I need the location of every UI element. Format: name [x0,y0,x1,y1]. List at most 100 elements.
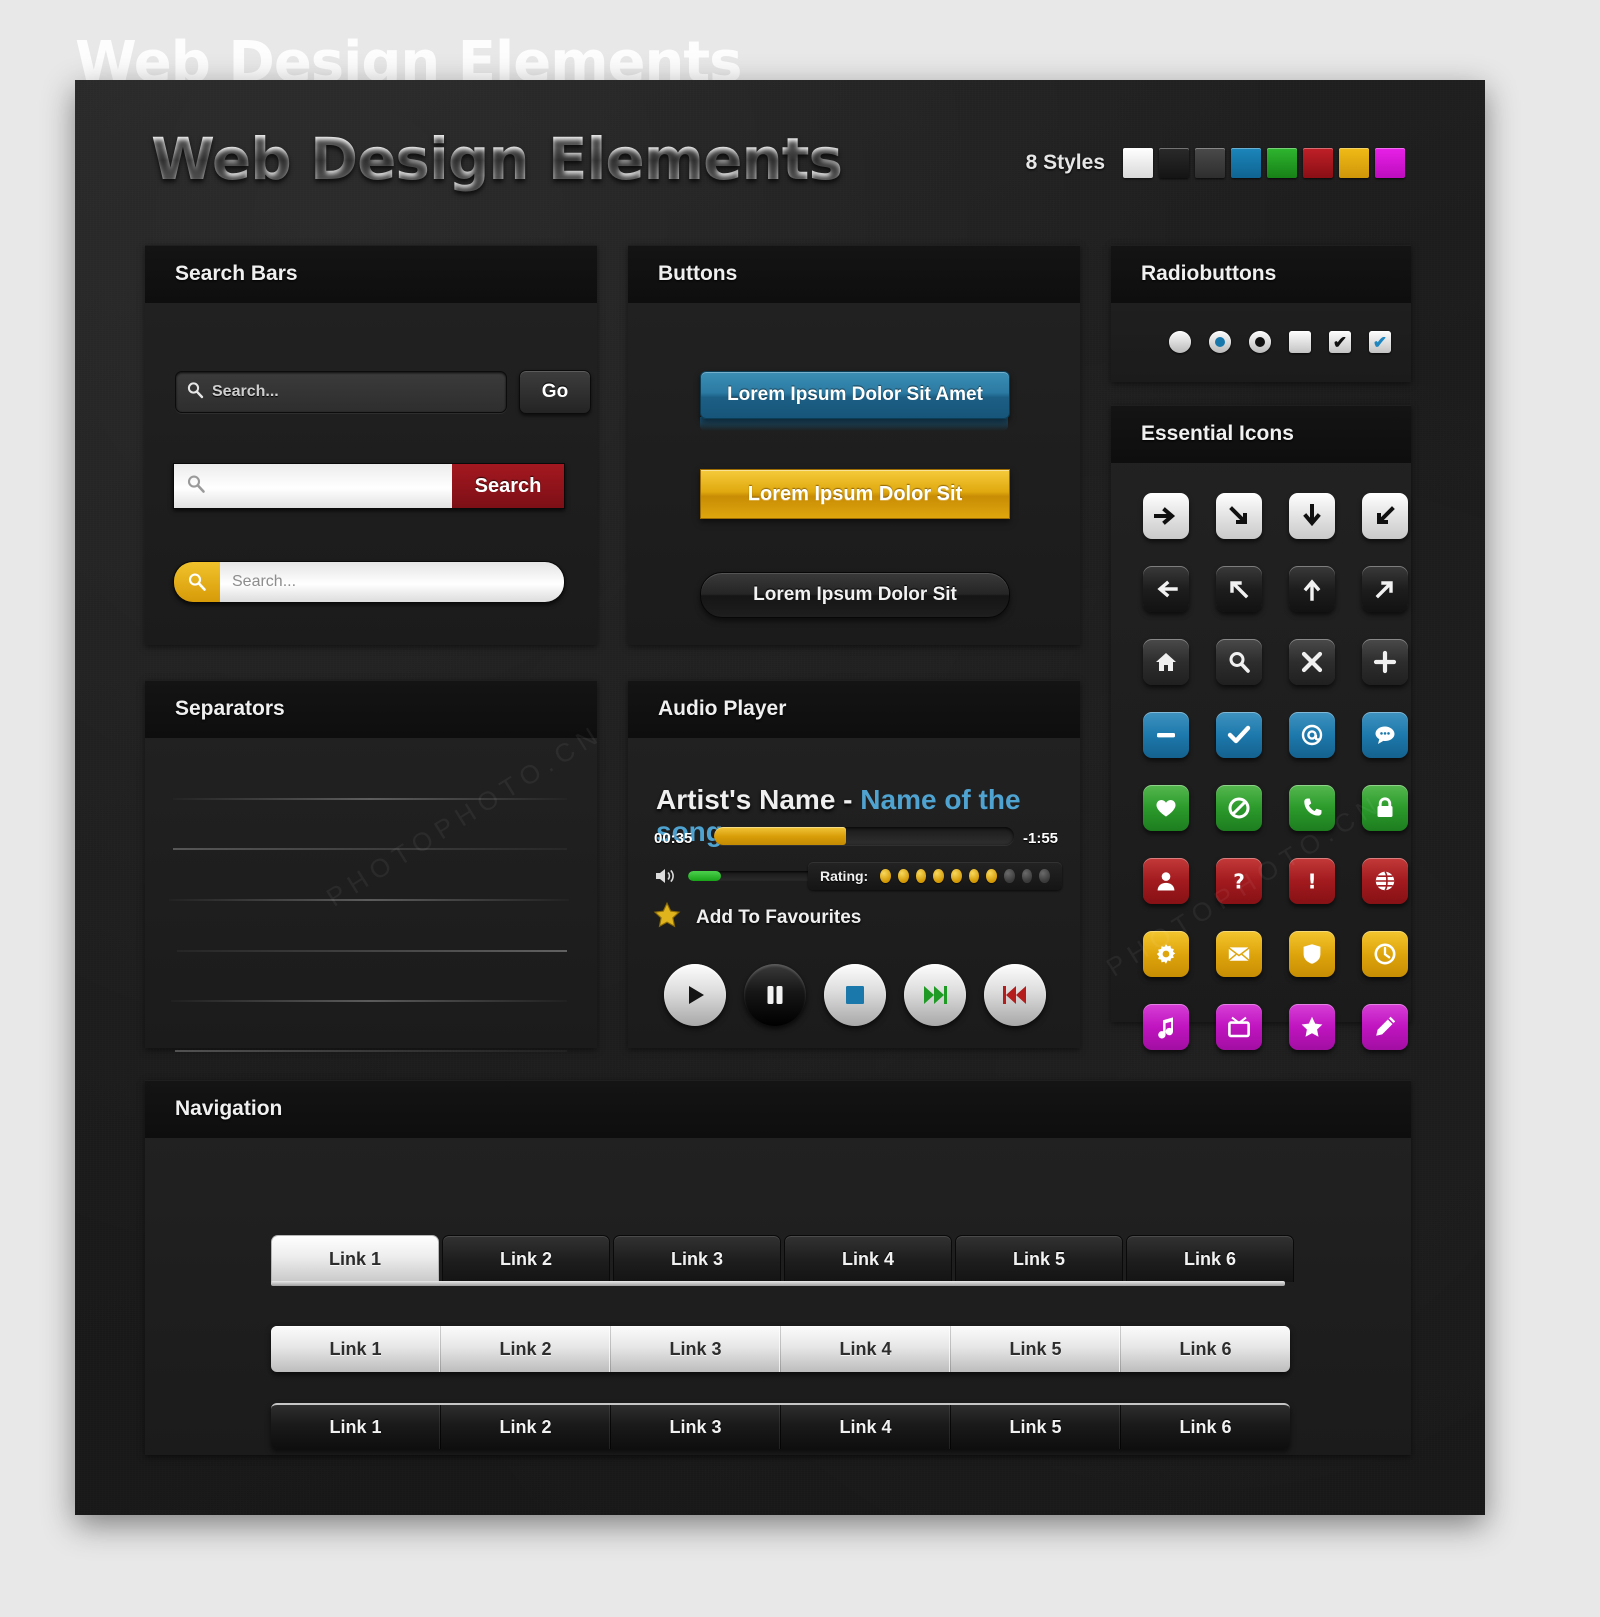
plus-icon[interactable] [1362,639,1408,685]
swatch-magenta[interactable] [1375,148,1405,178]
arrow-up-icon[interactable] [1289,566,1335,612]
rating-widget[interactable]: Rating: [808,862,1062,890]
nav-dark-link-2[interactable]: Link 2 [441,1405,611,1449]
search-input-dark[interactable]: Search... [175,371,507,413]
gear-icon[interactable] [1143,931,1189,977]
button-lorem-blue[interactable]: Lorem Ipsum Dolor Sit Amet [700,371,1010,419]
nav-bar-light[interactable]: Link 1 Link 2 Link 3 Link 4 Link 5 Link … [271,1326,1290,1372]
checkbox-unchecked[interactable] [1289,331,1311,353]
search-bar-rounded[interactable]: Search... [173,561,565,603]
add-to-favourites[interactable]: Add To Favourites [652,900,861,935]
nav-dark-link-4[interactable]: Link 4 [781,1405,951,1449]
radio-checked-black[interactable] [1249,331,1271,353]
pencil-icon[interactable] [1362,1004,1408,1050]
pause-button[interactable] [744,964,806,1026]
swatch-red[interactable] [1303,148,1333,178]
volume-slider[interactable] [688,871,814,881]
nav-dark-link-5[interactable]: Link 5 [951,1405,1121,1449]
globe-icon[interactable] [1362,858,1408,904]
arrow-up-left-icon[interactable] [1216,566,1262,612]
go-button[interactable]: Go [519,370,591,414]
nav-dark-link-1[interactable]: Link 1 [271,1405,441,1449]
rating-dot[interactable] [880,869,891,883]
arrow-up-right-icon[interactable] [1362,566,1408,612]
question-icon[interactable]: ? [1216,858,1262,904]
rating-dot[interactable] [1021,869,1033,883]
search-bar-red[interactable]: Search [173,463,565,509]
swatch-white[interactable] [1123,148,1153,178]
lock-icon[interactable] [1362,785,1408,831]
play-button[interactable] [664,964,726,1026]
nav-dark-link-6[interactable]: Link 6 [1121,1405,1290,1449]
swatch-black[interactable] [1159,148,1189,178]
check-icon[interactable] [1216,712,1262,758]
search-input-rounded[interactable]: Search... [220,562,564,602]
checkbox-checked-blue[interactable]: ✔ [1369,331,1391,353]
shield-icon[interactable] [1289,931,1335,977]
nav-tab-link-2[interactable]: Link 2 [442,1235,610,1282]
rating-dot[interactable] [986,869,997,883]
rating-dot[interactable] [933,869,944,883]
radio-unchecked[interactable] [1169,331,1191,353]
clock-icon[interactable] [1362,931,1408,977]
swatch-gold[interactable] [1339,148,1369,178]
rating-dot[interactable] [897,869,909,883]
arrow-left-icon[interactable] [1143,566,1189,612]
arrow-down-right-icon[interactable] [1216,493,1262,539]
checkbox-checked-black[interactable]: ✔ [1329,331,1351,353]
search-icon[interactable] [1216,639,1262,685]
home-icon[interactable] [1143,639,1189,685]
playback-controls[interactable] [664,964,1046,1026]
block-icon[interactable] [1216,785,1262,831]
star-icon[interactable] [1289,1004,1335,1050]
swatch-green[interactable] [1267,148,1297,178]
swatch-blue[interactable] [1231,148,1261,178]
swatch-list[interactable] [1123,148,1405,178]
nav-dark-link-3[interactable]: Link 3 [611,1405,781,1449]
volume-icon[interactable] [654,866,676,891]
nav-tab-link-6[interactable]: Link 6 [1126,1235,1294,1282]
radio-checked-blue[interactable] [1209,331,1231,353]
rating-dot[interactable] [915,869,927,883]
rating-dot[interactable] [968,869,980,883]
nav-bar-dark[interactable]: Link 1 Link 2 Link 3 Link 4 Link 5 Link … [271,1403,1290,1449]
radio-control-row[interactable]: ✔ ✔ [1169,331,1391,353]
nav-light-link-2[interactable]: Link 2 [441,1326,611,1372]
search-input-red[interactable] [174,464,452,508]
button-lorem-gold[interactable]: Lorem Ipsum Dolor Sit [700,469,1010,519]
swatch-gray[interactable] [1195,148,1225,178]
arrow-down-left-icon[interactable] [1362,493,1408,539]
nav-tab-link-4[interactable]: Link 4 [784,1235,952,1282]
rating-dot[interactable] [1039,869,1050,883]
stop-button[interactable] [824,964,886,1026]
button-lorem-dark[interactable]: Lorem Ipsum Dolor Sit [700,572,1010,618]
nav-tab-link-3[interactable]: Link 3 [613,1235,781,1282]
phone-icon[interactable] [1289,785,1335,831]
at-icon[interactable] [1289,712,1335,758]
styles-selector[interactable]: 8 Styles [1026,148,1405,178]
nav-tab-link-5[interactable]: Link 5 [955,1235,1123,1282]
heart-icon[interactable] [1143,785,1189,831]
magnifier-icon[interactable] [174,562,220,602]
progress-bar[interactable] [714,827,1014,845]
arrow-down-icon[interactable] [1289,493,1335,539]
close-icon[interactable] [1289,639,1335,685]
tv-icon[interactable] [1216,1004,1262,1050]
search-button-red[interactable]: Search [452,464,564,508]
nav-light-link-3[interactable]: Link 3 [611,1326,781,1372]
arrow-right-icon[interactable] [1143,493,1189,539]
icon-grid[interactable]: ? ! [1135,485,1416,1058]
nav-light-link-6[interactable]: Link 6 [1121,1326,1290,1372]
music-icon[interactable] [1143,1004,1189,1050]
nav-light-link-4[interactable]: Link 4 [781,1326,951,1372]
search-bar-dark[interactable]: Search... Go [175,370,591,414]
nav-tab-link-1[interactable]: Link 1 [271,1235,439,1282]
nav-light-link-1[interactable]: Link 1 [271,1326,441,1372]
exclamation-icon[interactable]: ! [1289,858,1335,904]
rating-dot[interactable] [1003,869,1015,883]
user-icon[interactable] [1143,858,1189,904]
chat-icon[interactable] [1362,712,1408,758]
nav-tabs-row[interactable]: Link 1 Link 2 Link 3 Link 4 Link 5 Link … [271,1235,1297,1282]
minus-icon[interactable] [1143,712,1189,758]
nav-light-link-5[interactable]: Link 5 [951,1326,1121,1372]
